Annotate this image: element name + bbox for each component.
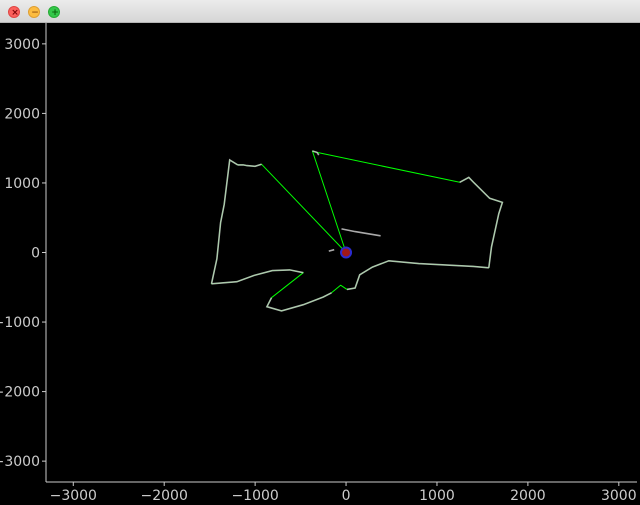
wall-segment xyxy=(459,176,504,268)
maximize-icon: + xyxy=(51,8,59,18)
scan-walls xyxy=(210,150,504,312)
wall-segment xyxy=(210,158,239,284)
laser-scan-boundary xyxy=(211,150,503,312)
close-icon: × xyxy=(11,8,19,18)
close-button[interactable]: × xyxy=(8,6,20,18)
y-tick-label: 3000 xyxy=(4,37,40,53)
x-tick-label: −1000 xyxy=(231,488,278,504)
wall-segment xyxy=(346,259,489,291)
minimize-button[interactable]: − xyxy=(28,6,40,18)
x-tick-label: 2000 xyxy=(510,488,546,504)
y-tick-label: −3000 xyxy=(0,454,40,470)
minimize-icon: − xyxy=(31,8,39,18)
y-tick-label: 1000 xyxy=(4,176,40,192)
x-tick-label: 1000 xyxy=(419,488,455,504)
axes: −3000 −2000 −1000 0 1000 2000 3000 3000 2000 1000… xyxy=(0,23,637,504)
wall-segment xyxy=(265,292,332,312)
app-window: × − + −3000 −2000 −1000 0 1000 2000 3000 3000 20… xyxy=(0,0,640,505)
wall-segment xyxy=(328,248,335,252)
y-tick-label: −2000 xyxy=(0,385,40,401)
y-tick-label: 2000 xyxy=(4,106,40,122)
plot-area: −3000 −2000 −1000 0 1000 2000 3000 3000 2000 1000… xyxy=(0,23,640,505)
title-bar: × − + xyxy=(0,0,640,23)
wall-segment xyxy=(341,228,381,237)
robot-position xyxy=(340,246,353,259)
robot-marker xyxy=(340,246,353,259)
x-tick-label: −3000 xyxy=(50,488,97,504)
laser-rays xyxy=(211,150,503,312)
x-tick-label: 3000 xyxy=(601,488,637,504)
lidar-scan-plot: −3000 −2000 −1000 0 1000 2000 3000 3000 2000 1000… xyxy=(0,23,637,504)
wall-segment xyxy=(211,269,304,285)
x-tick-label: −2000 xyxy=(141,488,188,504)
wall-segment xyxy=(237,163,262,168)
x-tick-label: 0 xyxy=(342,488,351,504)
maximize-button[interactable]: + xyxy=(48,6,60,18)
y-tick-label: −1000 xyxy=(0,315,40,331)
y-tick-label: 0 xyxy=(31,246,40,262)
